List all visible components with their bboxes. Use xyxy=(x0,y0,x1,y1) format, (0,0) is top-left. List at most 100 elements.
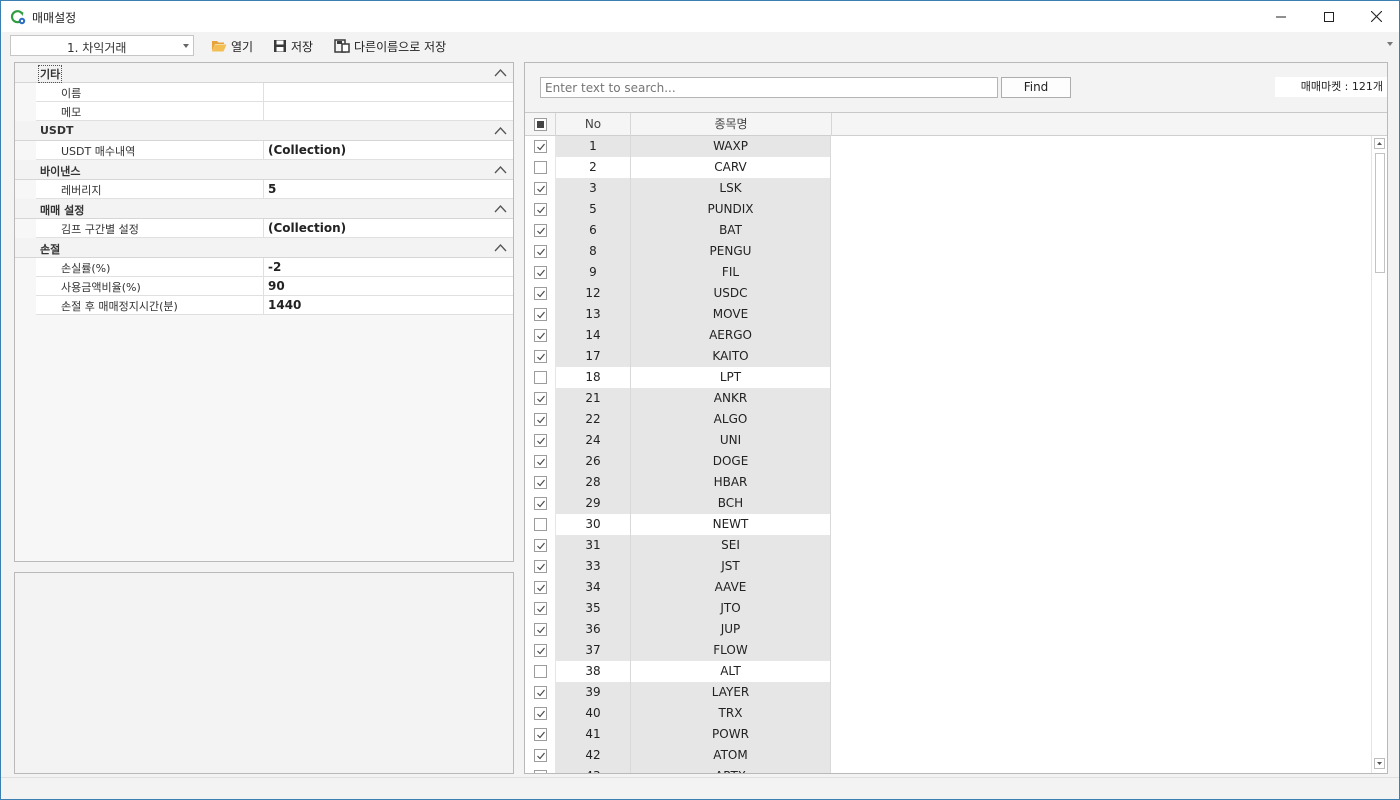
table-row[interactable]: 40 TRX xyxy=(525,703,831,724)
property-value[interactable]: 5 xyxy=(268,182,276,196)
row-checkbox-cell[interactable] xyxy=(525,199,556,220)
collapse-chevron-up-icon[interactable] xyxy=(494,68,507,77)
collapse-chevron-up-icon[interactable] xyxy=(494,243,507,252)
table-row[interactable]: 36 JUP xyxy=(525,619,831,640)
row-checkbox-cell[interactable] xyxy=(525,220,556,241)
row-checkbox[interactable] xyxy=(534,539,547,552)
row-checkbox-cell[interactable] xyxy=(525,409,556,430)
property-row[interactable]: 손절 후 매매정지시간(분) 1440 xyxy=(36,296,513,315)
property-row[interactable]: 이름 xyxy=(36,83,513,102)
table-row[interactable]: 5 PUNDIX xyxy=(525,199,831,220)
table-row[interactable]: 43APTX xyxy=(525,766,831,773)
row-checkbox-cell[interactable] xyxy=(525,346,556,367)
strategy-combo[interactable]: 1. 차익거래 xyxy=(10,35,194,56)
row-checkbox-cell[interactable] xyxy=(525,283,556,304)
property-value[interactable]: 1440 xyxy=(268,298,301,312)
maximize-button[interactable] xyxy=(1306,1,1352,32)
row-checkbox-cell[interactable] xyxy=(525,136,556,157)
close-button[interactable] xyxy=(1353,1,1399,32)
row-checkbox-cell[interactable] xyxy=(525,514,556,535)
table-row[interactable]: 28 HBAR xyxy=(525,472,831,493)
select-all-checkbox[interactable] xyxy=(534,118,547,131)
row-checkbox[interactable] xyxy=(534,581,547,594)
row-checkbox[interactable] xyxy=(534,245,547,258)
row-checkbox-cell[interactable] xyxy=(525,598,556,619)
table-row[interactable]: 26 DOGE xyxy=(525,451,831,472)
row-checkbox[interactable] xyxy=(534,224,547,237)
row-checkbox-cell[interactable] xyxy=(525,451,556,472)
search-input[interactable] xyxy=(540,77,998,98)
row-checkbox[interactable] xyxy=(534,287,547,300)
open-button[interactable]: 열기 xyxy=(211,36,253,56)
property-row[interactable]: 손실률(%) -2 xyxy=(36,258,513,277)
table-row[interactable]: 33 JST xyxy=(525,556,831,577)
row-checkbox[interactable] xyxy=(534,518,547,531)
row-checkbox-cell[interactable] xyxy=(525,178,556,199)
row-checkbox-cell[interactable] xyxy=(525,241,556,262)
collapse-chevron-up-icon[interactable] xyxy=(494,126,507,135)
row-checkbox-cell[interactable] xyxy=(525,556,556,577)
property-category[interactable]: 기타 xyxy=(15,63,513,83)
row-checkbox-cell[interactable] xyxy=(525,682,556,703)
table-row[interactable]: 35 JTO xyxy=(525,598,831,619)
table-row[interactable]: 37 FLOW xyxy=(525,640,831,661)
row-checkbox[interactable] xyxy=(534,686,547,699)
row-checkbox-cell[interactable] xyxy=(525,724,556,745)
property-category[interactable]: 매매 설정 xyxy=(15,199,513,219)
row-checkbox-cell[interactable] xyxy=(525,619,556,640)
property-row[interactable]: USDT 매수내역 (Collection) xyxy=(36,141,513,160)
row-checkbox-cell[interactable] xyxy=(525,640,556,661)
property-value[interactable]: 90 xyxy=(268,279,285,293)
row-checkbox[interactable] xyxy=(534,665,547,678)
property-value[interactable]: -2 xyxy=(268,260,281,274)
save-button[interactable]: 저장 xyxy=(273,36,313,56)
property-category[interactable]: 손절 xyxy=(15,238,513,258)
row-checkbox-cell[interactable] xyxy=(525,157,556,178)
row-checkbox[interactable] xyxy=(534,749,547,762)
row-checkbox[interactable] xyxy=(534,644,547,657)
scroll-down-button[interactable] xyxy=(1374,758,1385,769)
row-checkbox-cell[interactable] xyxy=(525,304,556,325)
row-checkbox[interactable] xyxy=(534,182,547,195)
row-checkbox-cell[interactable] xyxy=(525,472,556,493)
row-checkbox[interactable] xyxy=(534,308,547,321)
row-checkbox[interactable] xyxy=(534,203,547,216)
scroll-up-button[interactable] xyxy=(1374,138,1385,149)
row-checkbox[interactable] xyxy=(534,392,547,405)
table-row[interactable]: 6 BAT xyxy=(525,220,831,241)
table-row[interactable]: 14 AERGO xyxy=(525,325,831,346)
row-checkbox[interactable] xyxy=(534,728,547,741)
row-checkbox[interactable] xyxy=(534,707,547,720)
property-value[interactable]: (Collection) xyxy=(268,143,346,157)
vertical-scrollbar[interactable] xyxy=(1371,136,1387,773)
table-row[interactable]: 3 LSK xyxy=(525,178,831,199)
table-row[interactable]: 17 KAITO xyxy=(525,346,831,367)
row-checkbox[interactable] xyxy=(534,770,547,773)
toolbar-overflow-icon[interactable] xyxy=(1387,42,1393,46)
table-row[interactable]: 9 FIL xyxy=(525,262,831,283)
property-category[interactable]: USDT xyxy=(15,121,513,141)
row-checkbox-cell[interactable] xyxy=(525,703,556,724)
row-checkbox[interactable] xyxy=(534,623,547,636)
row-checkbox[interactable] xyxy=(534,329,547,342)
table-row[interactable]: 31 SEI xyxy=(525,535,831,556)
table-row[interactable]: 22 ALGO xyxy=(525,409,831,430)
row-checkbox-cell[interactable] xyxy=(525,766,556,773)
column-header-name[interactable]: 종목명 xyxy=(631,113,832,136)
table-row[interactable]: 41 POWR xyxy=(525,724,831,745)
table-row[interactable]: 2 CARV xyxy=(525,157,831,178)
row-checkbox-cell[interactable] xyxy=(525,325,556,346)
row-checkbox[interactable] xyxy=(534,371,547,384)
row-checkbox[interactable] xyxy=(534,497,547,510)
property-category[interactable]: 바이낸스 xyxy=(15,160,513,180)
column-header-no[interactable]: No xyxy=(556,113,631,136)
collapse-chevron-up-icon[interactable] xyxy=(494,204,507,213)
scrollbar-thumb[interactable] xyxy=(1375,153,1385,273)
select-all-header[interactable] xyxy=(525,113,556,136)
row-checkbox[interactable] xyxy=(534,161,547,174)
row-checkbox-cell[interactable] xyxy=(525,367,556,388)
row-checkbox[interactable] xyxy=(534,560,547,573)
table-row[interactable]: 12 USDC xyxy=(525,283,831,304)
property-row[interactable]: 사용금액비율(%) 90 xyxy=(36,277,513,296)
row-checkbox-cell[interactable] xyxy=(525,430,556,451)
